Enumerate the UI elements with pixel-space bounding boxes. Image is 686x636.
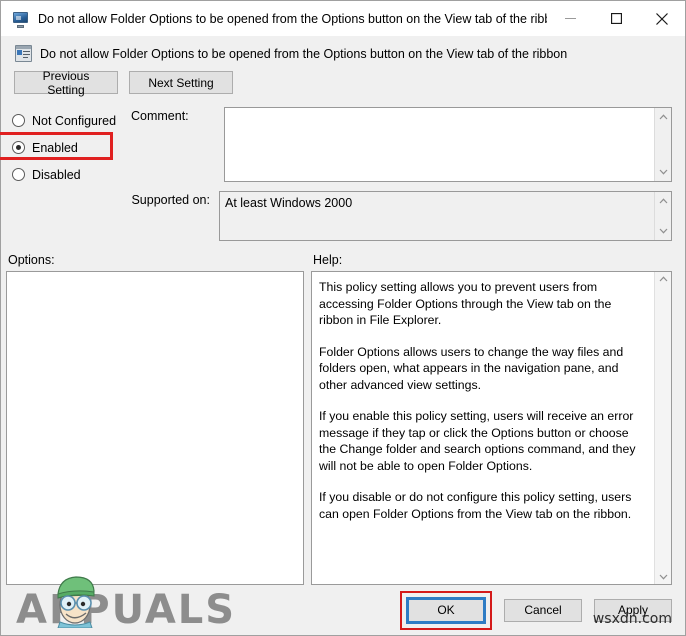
help-paragraph: If you enable this policy setting, users… <box>319 409 636 473</box>
radio-enabled-circle[interactable] <box>12 141 25 154</box>
cancel-button[interactable]: Cancel <box>504 598 582 622</box>
supported-on-field-row: Supported on: At least Windows 2000 <box>131 191 672 241</box>
window-controls <box>547 1 685 36</box>
comment-input[interactable] <box>225 108 654 181</box>
radio-enabled[interactable]: Enabled <box>12 134 131 161</box>
help-paragraph: If you disable or do not configure this … <box>319 490 632 521</box>
help-paragraph: Folder Options allows users to change th… <box>319 344 624 392</box>
navigation-buttons: Previous Setting Next Setting <box>1 62 685 97</box>
help-scroll-down-arrow[interactable] <box>659 574 668 580</box>
options-pane[interactable] <box>6 271 304 585</box>
maximize-icon <box>610 13 622 24</box>
comment-field-row: Comment: <box>131 107 672 182</box>
minimize-icon <box>564 18 576 19</box>
panes-container: This policy setting allows you to preven… <box>1 271 685 585</box>
help-label: Help: <box>313 253 343 267</box>
radio-not-configured-circle[interactable] <box>12 114 25 127</box>
comment-textbox[interactable] <box>224 107 672 182</box>
title-bar: Do not allow Folder Options to be opened… <box>1 1 685 36</box>
radio-disabled-label: Disabled <box>32 167 81 182</box>
help-paragraph: This policy setting allows you to preven… <box>319 280 612 327</box>
radio-disabled[interactable]: Disabled <box>12 161 131 188</box>
supported-on-value: At least Windows 2000 <box>225 196 353 210</box>
dialog-body: Do not allow Folder Options to be opened… <box>0 36 685 635</box>
radio-not-configured-label: Not Configured <box>32 113 117 128</box>
radio-not-configured[interactable]: Not Configured <box>12 107 131 134</box>
supported-on-label: Supported on: <box>131 193 210 207</box>
ok-button[interactable]: OK <box>406 596 486 624</box>
comment-scroll-down-arrow[interactable] <box>655 166 671 178</box>
policy-setting-dialog: Do not allow Folder Options to be opened… <box>0 0 686 636</box>
chevron-down-icon <box>659 574 667 580</box>
policy-state-radio-group: Not Configured Enabled Disabled <box>0 107 131 241</box>
comment-scrollbar[interactable] <box>654 108 671 181</box>
supported-scroll-down-arrow[interactable] <box>655 225 671 237</box>
chevron-down-icon <box>659 228 667 234</box>
chevron-up-icon <box>659 276 667 282</box>
close-icon <box>656 12 668 25</box>
ok-highlight-annotation: OK <box>400 590 492 630</box>
previous-setting-button[interactable]: Previous Setting <box>14 69 118 97</box>
help-text: This policy setting allows you to preven… <box>312 272 654 584</box>
radio-enabled-label: Enabled <box>32 140 78 155</box>
panes-labels: Options: Help: <box>1 241 685 271</box>
window-title: Do not allow Folder Options to be opened… <box>38 11 547 26</box>
policy-title: Do not allow Folder Options to be opened… <box>40 46 568 61</box>
chevron-down-icon <box>659 169 667 175</box>
comment-scroll-up-arrow[interactable] <box>655 111 671 123</box>
maximize-button[interactable] <box>593 1 639 36</box>
settings-row: Not Configured Enabled Disabled Comment: <box>0 94 685 241</box>
help-pane: This policy setting allows you to preven… <box>311 271 672 585</box>
radio-disabled-circle[interactable] <box>12 168 25 181</box>
options-label: Options: <box>8 253 55 267</box>
supported-scroll-up-arrow[interactable] <box>655 195 671 207</box>
next-setting-button[interactable]: Next Setting <box>129 71 233 94</box>
help-scroll-up-arrow[interactable] <box>659 276 668 282</box>
close-button[interactable] <box>639 1 685 36</box>
help-scrollbar[interactable] <box>654 272 671 584</box>
supported-on-textbox: At least Windows 2000 <box>219 191 672 241</box>
group-policy-setting-icon <box>15 45 32 62</box>
chevron-up-icon <box>659 114 667 120</box>
computer-monitor-icon <box>12 10 30 28</box>
apply-button[interactable]: Apply <box>594 598 672 622</box>
supported-on-scrollbar[interactable] <box>654 192 671 240</box>
comment-label: Comment: <box>131 109 189 123</box>
metadata-fields: Comment: Supported on: At least Windows … <box>131 107 685 241</box>
minimize-button[interactable] <box>547 1 593 36</box>
dialog-footer: OK Cancel Apply <box>1 585 685 635</box>
chevron-up-icon <box>659 198 667 204</box>
policy-header: Do not allow Folder Options to be opened… <box>1 36 685 62</box>
